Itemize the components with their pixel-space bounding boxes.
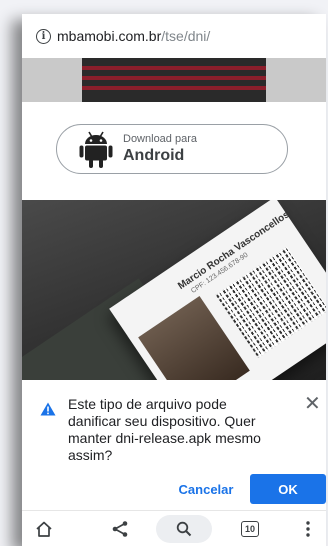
phone-screen: i mbamobi.com.br/tse/dni/ Download para … <box>22 14 326 546</box>
share-icon <box>112 521 128 537</box>
download-android-button[interactable]: Download para Android <box>56 124 288 174</box>
download-caption: Download para <box>123 133 197 145</box>
download-platform: Android <box>123 147 185 164</box>
cancel-button[interactable]: Cancelar <box>170 476 242 502</box>
download-warning-dialog: Este tipo de arquivo pode danificar seu … <box>22 380 326 504</box>
digital-id-card: Marcio Rocha Vasconcellos CPF: 123.456.6… <box>109 200 326 380</box>
hero-image-top <box>22 58 326 102</box>
close-icon[interactable]: ✕ <box>304 394 321 414</box>
tabs-icon: 10 <box>241 521 259 537</box>
warning-message: Este tipo de arquivo pode danificar seu … <box>68 396 261 463</box>
warning-icon <box>40 402 56 416</box>
more-icon <box>306 521 310 537</box>
url-host: mbamobi.com.br <box>57 28 162 44</box>
ok-button[interactable]: OK <box>250 474 326 504</box>
more-button[interactable] <box>298 517 318 541</box>
home-icon <box>36 521 52 537</box>
tabs-button[interactable]: 10 <box>236 517 264 541</box>
app-showcase-image: Marcio Rocha Vasconcellos CPF: 123.456.6… <box>22 200 326 380</box>
home-button[interactable] <box>30 517 58 541</box>
search-icon <box>176 521 192 537</box>
download-section: Download para Android <box>22 102 326 200</box>
share-button[interactable] <box>106 517 134 541</box>
android-icon <box>79 131 113 168</box>
browser-toolbar: 10 <box>22 510 326 546</box>
url-path: /tse/dni/ <box>161 28 211 44</box>
address-bar[interactable]: i mbamobi.com.br/tse/dni/ <box>22 14 326 58</box>
info-icon[interactable]: i <box>36 28 51 44</box>
search-button[interactable] <box>156 515 212 543</box>
